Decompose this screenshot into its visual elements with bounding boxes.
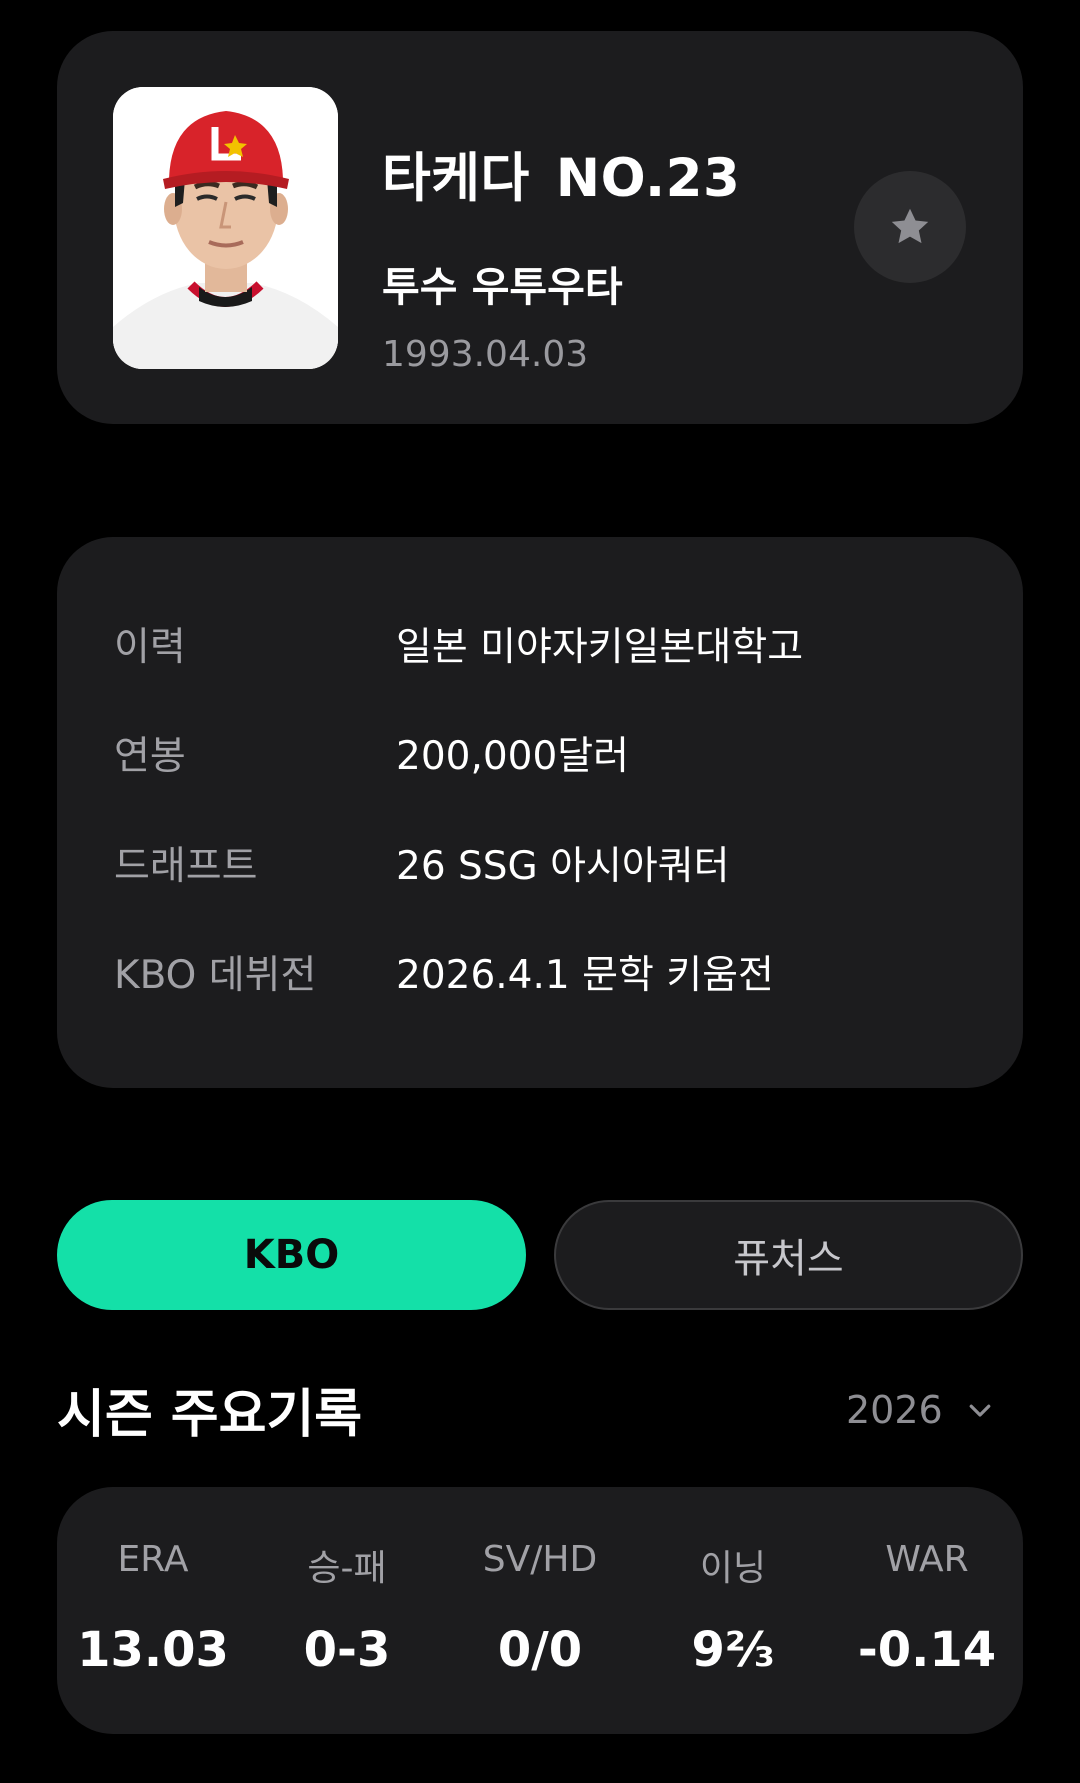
info-row-salary: 연봉 200,000달러 (114, 723, 629, 783)
info-label: KBO 데뷔전 (114, 953, 317, 998)
info-value: 26 SSG 아시아쿼터 (396, 844, 730, 889)
info-label: 연봉 (114, 734, 186, 779)
chevron-down-icon (965, 1395, 995, 1425)
player-photo (113, 87, 338, 369)
player-info-card: 이력 일본 미야자키일본대학고 연봉 200,000달러 드래프트 26 SSG… (57, 537, 1023, 1088)
season-stats-card: ERA 13.03 승-패 0-3 SV/HD 0/0 이닝 9⅔ WAR -0… (57, 1487, 1023, 1734)
info-label: 드래프트 (114, 844, 258, 889)
star-icon (891, 208, 929, 244)
season-year-value: 2026 (846, 1388, 943, 1432)
stat-label: 이닝 (699, 1548, 767, 1589)
info-value: 200,000달러 (396, 734, 630, 779)
player-birthdate: 1993.04.03 (382, 334, 589, 375)
stat-value: 0-3 (303, 1622, 391, 1678)
player-photo-image (113, 87, 338, 369)
player-name-line: 타케다 NO.23 (382, 136, 740, 212)
tab-futures[interactable]: 퓨처스 (554, 1200, 1023, 1310)
stat-value: 13.03 (77, 1622, 229, 1678)
tab-kbo[interactable]: KBO (57, 1200, 526, 1310)
season-year-select[interactable]: 2026 (846, 1382, 995, 1438)
stat-label: SV/HD (482, 1539, 598, 1580)
player-position: 투수 우투우타 (382, 263, 623, 311)
stat-label: 승-패 (307, 1548, 387, 1589)
info-label: 이력 (114, 625, 186, 670)
favorite-button[interactable] (854, 171, 966, 283)
stat-value: 0/0 (497, 1622, 583, 1678)
stat-value: 9⅔ (691, 1622, 775, 1678)
stat-label: WAR (885, 1539, 969, 1580)
stat-label: ERA (117, 1539, 189, 1580)
player-name: 타케다 (382, 148, 530, 209)
player-profile-card: 타케다 NO.23 투수 우투우타 1993.04.03 (57, 31, 1023, 424)
info-row-draft: 드래프트 26 SSG 아시아쿼터 (114, 833, 730, 893)
player-number: NO.23 (555, 148, 741, 209)
info-value: 일본 미야자키일본대학고 (396, 625, 804, 670)
info-row-career: 이력 일본 미야자키일본대학고 (114, 614, 803, 674)
info-row-debut: KBO 데뷔전 2026.4.1 문학 키움전 (114, 942, 774, 1002)
info-value: 2026.4.1 문학 키움전 (396, 953, 774, 998)
season-section-title: 시즌 주요기록 (57, 1385, 363, 1445)
stat-value: -0.14 (857, 1622, 997, 1678)
